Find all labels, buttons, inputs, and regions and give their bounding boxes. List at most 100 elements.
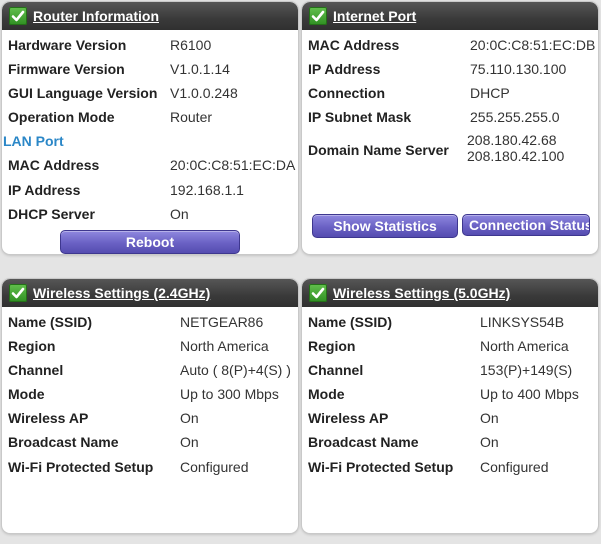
table-row: Mode Up to 400 Mbps — [302, 382, 598, 406]
row-label: GUI Language Version — [8, 85, 158, 101]
table-row: DHCP Server On — [2, 202, 298, 226]
internet-port-panel: Internet Port MAC Address 20:0C:C8:51:EC:… — [302, 2, 598, 254]
checkmark-icon — [9, 284, 27, 302]
table-row: Mode Up to 300 Mbps — [2, 382, 298, 406]
wireless-24ghz-header: Wireless Settings (2.4GHz) — [2, 279, 298, 307]
row-label: Firmware Version — [8, 61, 125, 77]
row-value: North America — [180, 338, 269, 354]
row-label: Mode — [8, 386, 45, 402]
row-value: 75.110.130.100 — [470, 61, 567, 77]
row-label: IP Address — [8, 181, 81, 198]
internet-port-header: Internet Port — [302, 2, 598, 30]
internet-port-title-link[interactable]: Internet Port — [333, 8, 416, 24]
wireless-24ghz-rows: Name (SSID) NETGEAR86 Region North America… — [2, 307, 298, 479]
row-value: Auto ( 8(P)+4(S) ) — [180, 362, 291, 378]
row-value: Configured — [480, 458, 549, 475]
row-value: On — [170, 206, 189, 222]
router-information-title-link[interactable]: Router Information — [33, 8, 159, 24]
dns-values: 208.180.42.68 208.180.42.100 — [467, 132, 564, 164]
row-value: 192.168.1.1 — [170, 181, 244, 198]
row-value: On — [480, 410, 499, 426]
wireless-50ghz-title-link[interactable]: Wireless Settings (5.0GHz) — [333, 285, 510, 301]
row-label: IP Subnet Mask — [308, 109, 412, 125]
table-row: Operation Mode Router — [2, 105, 298, 129]
table-row: GUI Language Version V1.0.0.248 — [2, 81, 298, 105]
row-label: Domain Name Server — [308, 142, 449, 158]
row-value: Up to 300 Mbps — [180, 386, 279, 402]
wireless-50ghz-rows: Name (SSID) LINKSYS54B Region North Americ… — [302, 307, 598, 479]
row-label: DHCP Server — [8, 206, 95, 222]
wireless-50ghz-panel: Wireless Settings (5.0GHz) Name (SSID) LI… — [302, 279, 598, 533]
row-value: Up to 400 Mbps — [480, 386, 579, 402]
table-row: Broadcast Name On — [302, 430, 598, 454]
row-label: MAC Address — [8, 157, 100, 173]
row-label: Wireless AP — [8, 410, 89, 426]
table-row: Channel Auto ( 8(P)+4(S) ) — [2, 358, 298, 382]
row-value: On — [480, 434, 499, 450]
dns-primary: 208.180.42.68 — [467, 132, 557, 148]
router-information-panel: Router Information Hardware Version R6100… — [2, 2, 298, 254]
row-label: Broadcast Name — [8, 434, 119, 450]
row-value: V1.0.1.14 — [170, 61, 230, 77]
row-value: 20:0C:C8:51:EC:DA — [170, 157, 296, 173]
wireless-50ghz-header: Wireless Settings (5.0GHz) — [302, 279, 598, 307]
internet-port-rows: MAC Address 20:0C:C8:51:EC:DB IP Address 7… — [302, 30, 598, 171]
row-label: Region — [308, 338, 356, 354]
row-label: Name (SSID) — [308, 314, 393, 330]
table-row: MAC Address 20:0C:C8:51:EC:DA — [2, 153, 298, 177]
table-row: Broadcast Name On — [2, 430, 298, 454]
show-statistics-button[interactable]: Show Statistics — [312, 214, 458, 238]
row-label: Broadcast Name — [308, 434, 419, 450]
table-row: IP Address 192.168.1.1 — [2, 177, 298, 202]
row-value: On — [180, 434, 199, 450]
wireless-24ghz-title-link[interactable]: Wireless Settings (2.4GHz) — [33, 285, 210, 301]
checkmark-icon — [309, 284, 327, 302]
table-row: Region North America — [302, 334, 598, 358]
table-row: Name (SSID) NETGEAR86 — [2, 310, 298, 334]
dns-row: Domain Name Server 208.180.42.68 208.180… — [302, 129, 598, 171]
row-value: LINKSYS54B — [480, 314, 565, 330]
table-row: Hardware Version R6100 — [2, 33, 298, 57]
row-value: R6100 — [170, 37, 212, 53]
checkmark-icon — [9, 7, 27, 25]
row-label: Connection — [308, 85, 385, 101]
row-value: 153(P)+149(S) — [480, 362, 573, 378]
dns-secondary: 208.180.42.100 — [467, 148, 565, 164]
table-row: Firmware Version V1.0.1.14 — [2, 57, 298, 81]
row-value: Router — [170, 109, 213, 125]
router-information-header: Router Information — [2, 2, 298, 30]
row-value: 255.255.255.0 — [470, 109, 560, 125]
row-value: NETGEAR86 — [180, 314, 264, 330]
row-label: Region — [8, 338, 56, 354]
table-row: Wi-Fi Protected Setup Configured — [2, 454, 298, 479]
table-row: Wireless AP On — [302, 406, 598, 430]
row-value: On — [180, 410, 199, 426]
row-label: Channel — [8, 362, 64, 378]
row-value: Configured — [180, 458, 249, 475]
checkmark-icon — [309, 7, 327, 25]
table-row: MAC Address 20:0C:C8:51:EC:DB — [302, 33, 598, 57]
wireless-24ghz-panel: Wireless Settings (2.4GHz) Name (SSID) NE… — [2, 279, 298, 533]
row-value: V1.0.0.248 — [170, 85, 238, 101]
table-row: Name (SSID) LINKSYS54B — [302, 310, 598, 334]
row-label: IP Address — [308, 61, 381, 77]
row-value: 20:0C:C8:51:EC:DB — [470, 37, 596, 53]
table-row: Channel 153(P)+149(S) — [302, 358, 598, 382]
row-label: MAC Address — [308, 37, 400, 53]
row-label: Channel — [308, 362, 364, 378]
row-label: Wireless AP — [308, 410, 389, 426]
table-row: Region North America — [2, 334, 298, 358]
lan-port-heading: LAN Port — [3, 133, 64, 149]
row-value: North America — [480, 338, 569, 354]
router-info-rows: Hardware Version R6100 Firmware Version V1… — [2, 30, 298, 226]
row-label: Mode — [308, 386, 345, 402]
row-label: Operation Mode — [8, 109, 115, 125]
reboot-button[interactable]: Reboot — [60, 230, 240, 254]
row-label: Hardware Version — [8, 37, 127, 53]
connection-status-button[interactable]: Connection Status — [462, 214, 590, 236]
table-row: IP Address 75.110.130.100 — [302, 57, 598, 81]
table-row: IP Subnet Mask 255.255.255.0 — [302, 105, 598, 129]
row-label: Wi-Fi Protected Setup — [308, 458, 454, 475]
table-row: Wi-Fi Protected Setup Configured — [302, 454, 598, 479]
table-row: Connection DHCP — [302, 81, 598, 105]
